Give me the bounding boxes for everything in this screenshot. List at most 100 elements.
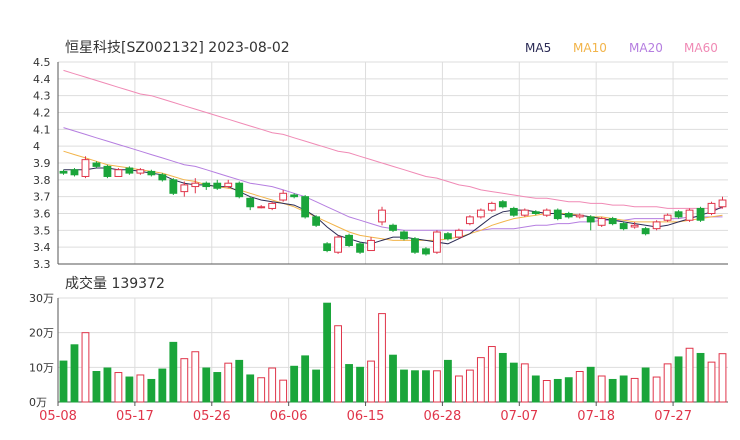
candle [619, 221, 628, 231]
volume-bar [411, 370, 419, 403]
candle [652, 220, 661, 231]
candle-body [125, 167, 134, 174]
volume-bar [59, 360, 68, 403]
candle [81, 156, 90, 179]
stock-chart: 恒星科技[SZ002132] 2023-08-02 MA5 MA10 MA20 MA6… [29, 40, 728, 424]
candle-body [312, 216, 321, 226]
candle-body [59, 170, 68, 174]
price-tick-label: 4.2 [33, 107, 51, 120]
volume-bar [630, 377, 639, 403]
candle [696, 206, 705, 222]
candle-body [663, 214, 672, 221]
candle-body [696, 207, 705, 221]
candle [487, 201, 496, 212]
price-tick-label: 4 [33, 140, 40, 153]
volume-bar [608, 378, 617, 403]
price-tick-label: 4.3 [33, 90, 51, 103]
price-tick-label: 3.3 [33, 258, 51, 271]
volume-bar [191, 351, 200, 403]
candle [301, 194, 310, 219]
candle-body [564, 213, 573, 218]
volume-bar [290, 365, 299, 403]
candle-body [367, 239, 375, 252]
candle-body [334, 236, 342, 253]
volume-bar [619, 375, 628, 403]
candle-body [246, 197, 255, 208]
date-axis: 05-08 05-17 05-26 06-06 06-15 06-28 07-07 07-18… [39, 402, 692, 424]
candle-body [433, 231, 441, 253]
candle-body [103, 165, 112, 177]
candle-body [411, 238, 419, 253]
volume-bar [707, 361, 716, 403]
candle-body [652, 221, 661, 230]
candle-body [597, 218, 606, 226]
candle [400, 230, 408, 241]
candle-body [586, 216, 595, 223]
candle [114, 168, 123, 177]
volume-bar [531, 375, 540, 403]
candle-body [641, 228, 650, 235]
candle-body [465, 216, 474, 225]
volume-bar [334, 325, 342, 403]
volume-bar [268, 367, 277, 403]
volume-bar [597, 375, 606, 403]
candle [575, 213, 584, 219]
candle [345, 233, 353, 248]
candle-body [257, 206, 266, 209]
candle [411, 237, 419, 254]
volume-bar [685, 347, 694, 403]
volume-bar [487, 346, 496, 403]
candle [334, 235, 342, 254]
price-tick-label: 3.4 [33, 241, 51, 254]
candle-body [498, 201, 507, 208]
volume-bar [125, 376, 134, 403]
legend-item-ma10: MA10 [573, 41, 607, 55]
volume-bar [641, 367, 650, 403]
candle-body [531, 211, 540, 214]
candle [257, 205, 266, 209]
volume-bar [674, 356, 683, 403]
candle-body [70, 169, 79, 176]
volume-tick-label: 20万 [29, 327, 54, 340]
candle [498, 200, 507, 209]
candle-body [422, 248, 430, 255]
date-tick-label: 07-18 [577, 409, 615, 424]
candle [367, 237, 375, 252]
price-tick-label: 4.5 [33, 56, 51, 69]
date-tick-label: 05-26 [193, 409, 231, 424]
volume-bar [696, 352, 705, 403]
candle-body [476, 209, 485, 218]
candle-body [268, 202, 277, 209]
candle [454, 228, 463, 239]
candle [707, 201, 716, 216]
candle-body [509, 207, 518, 216]
candle-body [180, 184, 189, 193]
volume-bar [213, 372, 222, 403]
candle [608, 216, 617, 226]
candle-body [454, 229, 463, 238]
candle [663, 213, 672, 222]
ma60-line [63, 69, 723, 209]
volume-bar [147, 378, 156, 403]
candle-body [235, 182, 244, 198]
volume-bar [257, 377, 266, 403]
price-tick-label: 3.9 [33, 157, 51, 170]
candle-body [575, 214, 584, 218]
candle [312, 215, 321, 227]
candle [564, 211, 573, 219]
candle [542, 208, 551, 217]
volume-bar [476, 357, 485, 403]
volume-bar [378, 313, 386, 403]
volume-panel: 30万 20万 10万 0万 [29, 292, 728, 409]
volume-bar [81, 332, 90, 403]
date-tick-label: 06-15 [347, 409, 385, 424]
volume-bar [92, 370, 101, 403]
candle-body [630, 224, 639, 228]
legend-item-ma60: MA60 [684, 41, 718, 55]
volume-bar [718, 353, 727, 403]
date-tick-label: 07-07 [500, 409, 538, 424]
candle-body [553, 209, 562, 220]
candle-body [81, 159, 90, 177]
candle-body [323, 243, 332, 252]
candle [476, 208, 485, 219]
